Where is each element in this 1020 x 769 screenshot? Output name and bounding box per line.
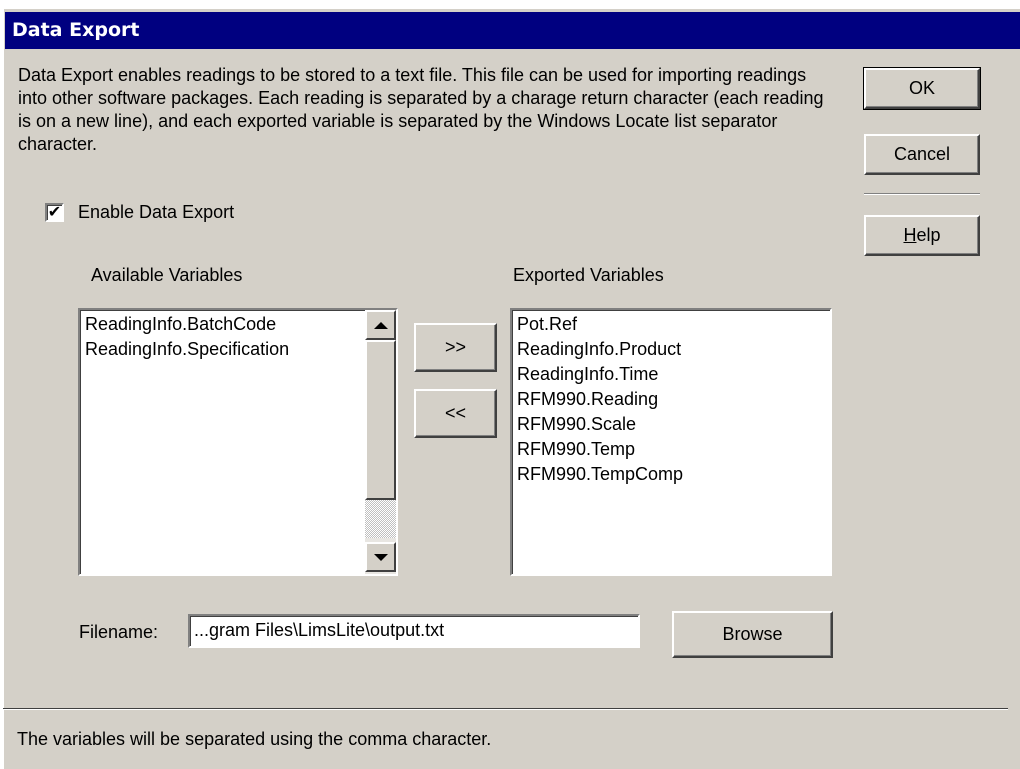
list-item[interactable]: ReadingInfo.BatchCode — [82, 312, 289, 337]
description-text: Data Export enables readings to be store… — [18, 65, 824, 154]
available-list-items: ReadingInfo.BatchCode ReadingInfo.Specifi… — [82, 312, 289, 362]
help-button[interactable]: Help — [864, 215, 980, 256]
cancel-button[interactable]: Cancel — [864, 134, 980, 175]
status-separator — [3, 708, 1008, 710]
scroll-down-button[interactable] — [365, 542, 396, 572]
list-item[interactable]: ReadingInfo.Time — [514, 362, 683, 387]
exported-variables-list[interactable]: Pot.Ref ReadingInfo.Product ReadingInfo.Ti… — [510, 308, 832, 576]
list-item[interactable]: RFM990.Reading — [514, 387, 683, 412]
exported-variables-label: Exported Variables — [513, 265, 664, 285]
scroll-thumb[interactable] — [365, 340, 396, 500]
button-separator — [864, 193, 980, 195]
title-bar: Data Export — [5, 12, 1020, 49]
exported-list-items: Pot.Ref ReadingInfo.Product ReadingInfo.Ti… — [514, 312, 683, 487]
add-variable-button[interactable]: >> — [414, 323, 497, 372]
available-list-scrollbar[interactable] — [365, 310, 396, 574]
scroll-up-icon — [373, 321, 388, 329]
remove-variable-button[interactable]: << — [414, 389, 497, 438]
help-button-rest: elp — [916, 225, 941, 245]
scroll-track[interactable] — [365, 500, 396, 538]
list-item[interactable]: RFM990.Temp — [514, 437, 683, 462]
filename-input[interactable]: ...gram Files\LimsLite\output.txt — [188, 614, 640, 648]
scroll-up-button[interactable] — [365, 310, 396, 340]
help-button-mnemonic: H — [903, 225, 917, 245]
enable-export-label: Enable Data Export — [78, 202, 235, 222]
list-item[interactable]: Pot.Ref — [514, 312, 683, 337]
status-text: The variables will be separated using th… — [17, 729, 492, 749]
list-item[interactable]: RFM990.Scale — [514, 412, 683, 437]
available-variables-label: Available Variables — [91, 265, 243, 285]
list-item[interactable]: ReadingInfo.Product — [514, 337, 683, 362]
list-item[interactable]: ReadingInfo.Specification — [82, 337, 289, 362]
filename-label: Filename: — [79, 622, 159, 642]
available-variables-list[interactable]: ReadingInfo.BatchCode ReadingInfo.Specifi… — [78, 308, 398, 576]
browse-button[interactable]: Browse — [672, 611, 833, 658]
enable-export-checkbox[interactable]: ✔ — [45, 203, 64, 222]
ok-button[interactable]: OK — [863, 67, 981, 110]
scroll-down-icon — [373, 553, 388, 561]
enable-export-row[interactable]: ✔ Enable Data Export — [45, 202, 234, 223]
list-item[interactable]: RFM990.TempComp — [514, 462, 683, 487]
